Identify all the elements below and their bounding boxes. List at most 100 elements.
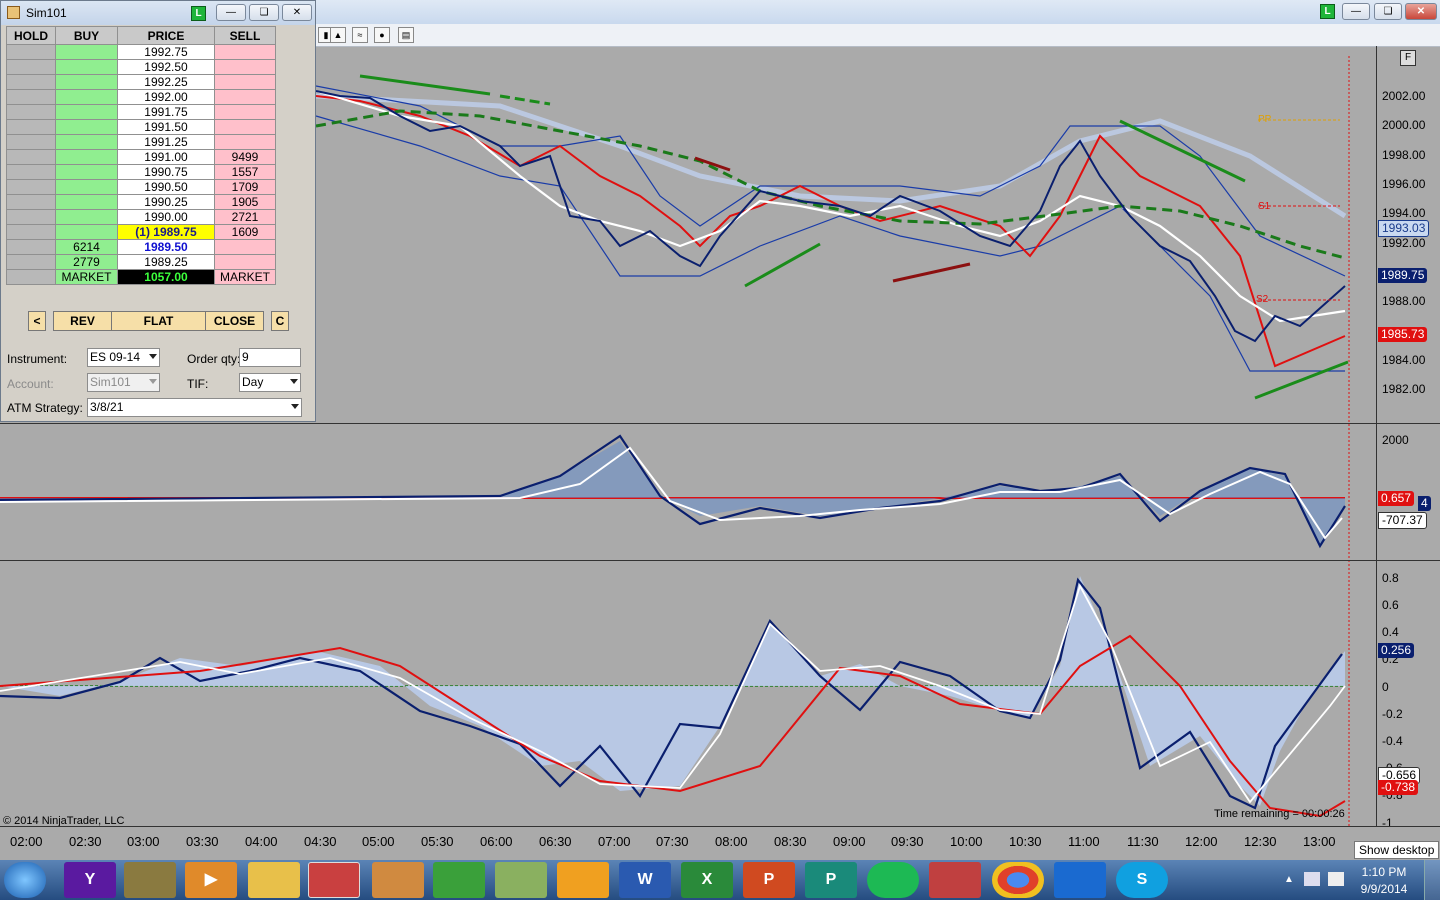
price-axis-label: 1994.00 <box>1382 206 1426 220</box>
panel-divider[interactable] <box>0 560 1440 561</box>
buy-cell[interactable]: 2779 <box>55 254 118 270</box>
indicator-icon[interactable]: ≈ <box>352 27 368 43</box>
sell-cell[interactable] <box>214 59 276 75</box>
buy-cell[interactable] <box>55 194 118 210</box>
sell-cell[interactable]: 1905 <box>214 194 276 210</box>
spotify-icon[interactable] <box>867 862 919 898</box>
outlook-icon[interactable] <box>557 862 609 898</box>
flatten-button[interactable]: FLAT <box>111 311 206 331</box>
close-position-button[interactable]: CLOSE <box>205 311 264 331</box>
osc1-axis-label: 2000 <box>1382 433 1409 447</box>
sell-cell[interactable] <box>214 254 276 270</box>
buy-cell[interactable] <box>55 74 118 90</box>
time-axis-label: 12:00 <box>1185 834 1218 849</box>
time-axis-label: 11:00 <box>1068 834 1100 849</box>
instrument-select[interactable]: ES 09-14 <box>87 348 160 367</box>
buy-cell[interactable] <box>55 209 118 225</box>
sell-cell[interactable]: 1709 <box>214 179 276 195</box>
show-hidden-icons-icon[interactable]: ▲ <box>1284 874 1294 885</box>
link-badge[interactable]: L <box>191 6 206 21</box>
sell-cell[interactable] <box>214 89 276 105</box>
buy-market-button[interactable]: MARKET <box>55 269 118 285</box>
buy-cell[interactable] <box>55 149 118 165</box>
sell-cell[interactable]: 1557 <box>214 164 276 180</box>
start-orb-icon[interactable] <box>4 862 46 898</box>
price-axis-label: 1988.00 <box>1382 294 1426 308</box>
price-bars <box>315 90 1346 343</box>
sell-market-button[interactable]: MARKET <box>214 269 276 285</box>
price-ladder: HOLD BUY PRICE SELL 1992.75 1992.50 1992… <box>6 26 276 285</box>
hold-cell <box>6 119 56 135</box>
sell-cell[interactable]: 2721 <box>214 209 276 225</box>
sell-cell[interactable] <box>214 44 276 60</box>
time-axis-label: 13:00 <box>1303 834 1336 849</box>
navigator-icon[interactable] <box>372 862 424 898</box>
volume-icon[interactable] <box>1328 872 1344 886</box>
strategy-icon[interactable]: ● <box>374 27 390 43</box>
sell-cell[interactable] <box>214 74 276 90</box>
excel-icon[interactable]: X <box>681 862 733 898</box>
market-row: MARKET 1057.00 MARKET <box>6 269 276 285</box>
taskbar: Y ▶ W X P P S ▲ 1:10 PM 9/9/2014 <box>0 860 1440 900</box>
game-icon[interactable] <box>124 862 176 898</box>
app-red-icon[interactable] <box>929 862 981 898</box>
buy-cell[interactable] <box>55 134 118 150</box>
time-axis-label: 11:30 <box>1127 834 1159 849</box>
chrome-icon[interactable] <box>992 862 1044 898</box>
panel-divider[interactable] <box>0 423 1440 424</box>
reverse-button[interactable]: REV <box>53 311 112 331</box>
sell-cell[interactable] <box>214 104 276 120</box>
atm-strategy-select[interactable]: 3/8/21 <box>87 398 302 417</box>
close-button[interactable]: ✕ <box>1405 3 1437 20</box>
maximize-button[interactable]: ❏ <box>1374 3 1402 20</box>
buy-cell[interactable] <box>55 119 118 135</box>
explorer-icon[interactable] <box>248 862 300 898</box>
minimize-button[interactable]: — <box>1342 3 1370 20</box>
clock-date[interactable]: 9/9/2014 <box>1354 882 1414 896</box>
f-button[interactable]: F <box>1400 50 1416 66</box>
sell-cell[interactable]: 1609 <box>214 224 276 240</box>
clock-time[interactable]: 1:10 PM <box>1354 865 1414 879</box>
buy-cell[interactable] <box>55 44 118 60</box>
word-icon[interactable]: W <box>619 862 671 898</box>
sell-cell[interactable]: 9499 <box>214 149 276 165</box>
publisher-icon[interactable]: P <box>805 862 857 898</box>
media-player-icon[interactable]: ▶ <box>185 862 237 898</box>
teamviewer-icon[interactable] <box>1054 862 1106 898</box>
order-qty-stepper[interactable]: 9 <box>239 348 301 367</box>
ninjatrader-icon[interactable] <box>308 862 360 898</box>
app-green-icon[interactable] <box>433 862 485 898</box>
properties-icon[interactable]: ▤ <box>398 27 414 43</box>
candles-icon[interactable]: ▲ <box>330 27 346 43</box>
close-button[interactable]: ✕ <box>282 4 312 21</box>
sell-cell[interactable] <box>214 239 276 255</box>
time-axis-label: 08:30 <box>774 834 807 849</box>
buy-cell[interactable] <box>55 164 118 180</box>
tif-select[interactable]: Day <box>239 373 301 392</box>
buy-cell[interactable] <box>55 104 118 120</box>
buy-cell[interactable] <box>55 59 118 75</box>
powerpoint-icon[interactable]: P <box>743 862 795 898</box>
price-tag: 1993.03 <box>1378 220 1430 237</box>
maximize-button[interactable]: ❏ <box>249 4 279 21</box>
minimize-button[interactable]: — <box>216 4 246 21</box>
sell-cell[interactable] <box>214 134 276 150</box>
pnl-cell: 1057.00 <box>117 269 215 285</box>
yahoo-icon[interactable]: Y <box>64 862 116 898</box>
network-icon[interactable] <box>1304 872 1320 886</box>
hold-cell <box>6 104 56 120</box>
skype-icon[interactable]: S <box>1116 862 1168 898</box>
buy-cell[interactable] <box>55 179 118 195</box>
app-paper-icon[interactable] <box>495 862 547 898</box>
buy-cell[interactable] <box>55 224 118 240</box>
buy-cell[interactable] <box>55 89 118 105</box>
dom-titlebar[interactable]: Sim101 L — ❏ ✕ <box>1 1 315 25</box>
time-axis-label: 06:00 <box>480 834 513 849</box>
collapse-button[interactable]: < <box>28 311 46 331</box>
sell-cell[interactable] <box>214 119 276 135</box>
cancel-orders-button[interactable]: C <box>271 311 289 331</box>
oscillator-panel-1 <box>0 434 1346 549</box>
show-desktop-button[interactable] <box>1424 860 1440 900</box>
link-badge[interactable]: L <box>1320 4 1335 19</box>
buy-cell[interactable]: 6214 <box>55 239 118 255</box>
